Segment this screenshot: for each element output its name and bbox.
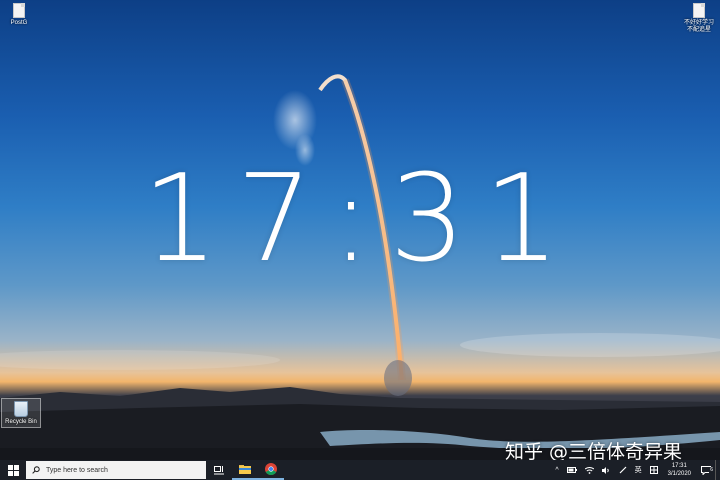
show-hidden-icons-button[interactable]: ^ xyxy=(551,467,562,474)
pen-icon[interactable] xyxy=(615,466,631,474)
desktop-icon-label: PostG xyxy=(10,20,28,26)
search-box[interactable]: Type here to search xyxy=(26,461,206,479)
show-desktop-button[interactable] xyxy=(715,460,720,480)
file-icon xyxy=(13,3,25,18)
desktop-icon-postg[interactable]: PostG xyxy=(4,3,34,27)
desktop-icon-recycle-bin[interactable]: Recycle Bin xyxy=(1,398,41,428)
task-view-icon xyxy=(214,465,224,474)
folder-icon xyxy=(239,465,251,474)
windows-logo-icon xyxy=(7,464,19,476)
battery-icon[interactable] xyxy=(563,467,581,473)
start-button[interactable] xyxy=(0,460,26,480)
tray-time: 17:31 xyxy=(671,463,687,469)
search-placeholder: Type here to search xyxy=(46,466,108,474)
notification-count-badge: 6 xyxy=(709,466,714,473)
chrome-icon xyxy=(265,463,277,475)
clock-button[interactable]: 17:31 3/1/2020 xyxy=(662,462,697,478)
file-icon xyxy=(693,3,705,18)
file-explorer-button[interactable] xyxy=(232,460,258,480)
recycle-bin-icon xyxy=(14,401,28,417)
task-view-button[interactable] xyxy=(206,460,232,480)
desktop-icon-label-line2: 不配追星 xyxy=(686,27,711,33)
ime-grid-icon[interactable] xyxy=(646,466,662,474)
ime-indicator[interactable]: 英 xyxy=(631,465,646,475)
desktop-icon-note[interactable]: 不好好学习 不配追星 xyxy=(680,3,718,34)
search-icon xyxy=(32,466,40,474)
tray-date: 3/1/2020 xyxy=(667,471,691,477)
wifi-icon[interactable] xyxy=(581,466,598,474)
volume-icon[interactable] xyxy=(598,466,615,474)
desktop-icon-label: Recycle Bin xyxy=(5,419,37,425)
desktop-icon-label-line1: 不好好学习 xyxy=(683,20,714,26)
desktop-clock: 17:31 xyxy=(142,150,578,289)
system-tray: ^ 英 17:31 3/1/2020 6 xyxy=(551,460,720,480)
chrome-button[interactable] xyxy=(258,460,284,480)
action-center-button[interactable]: 6 xyxy=(697,465,715,475)
taskbar: Type here to search ^ 英 17:31 3/1/2020 6 xyxy=(0,460,720,480)
